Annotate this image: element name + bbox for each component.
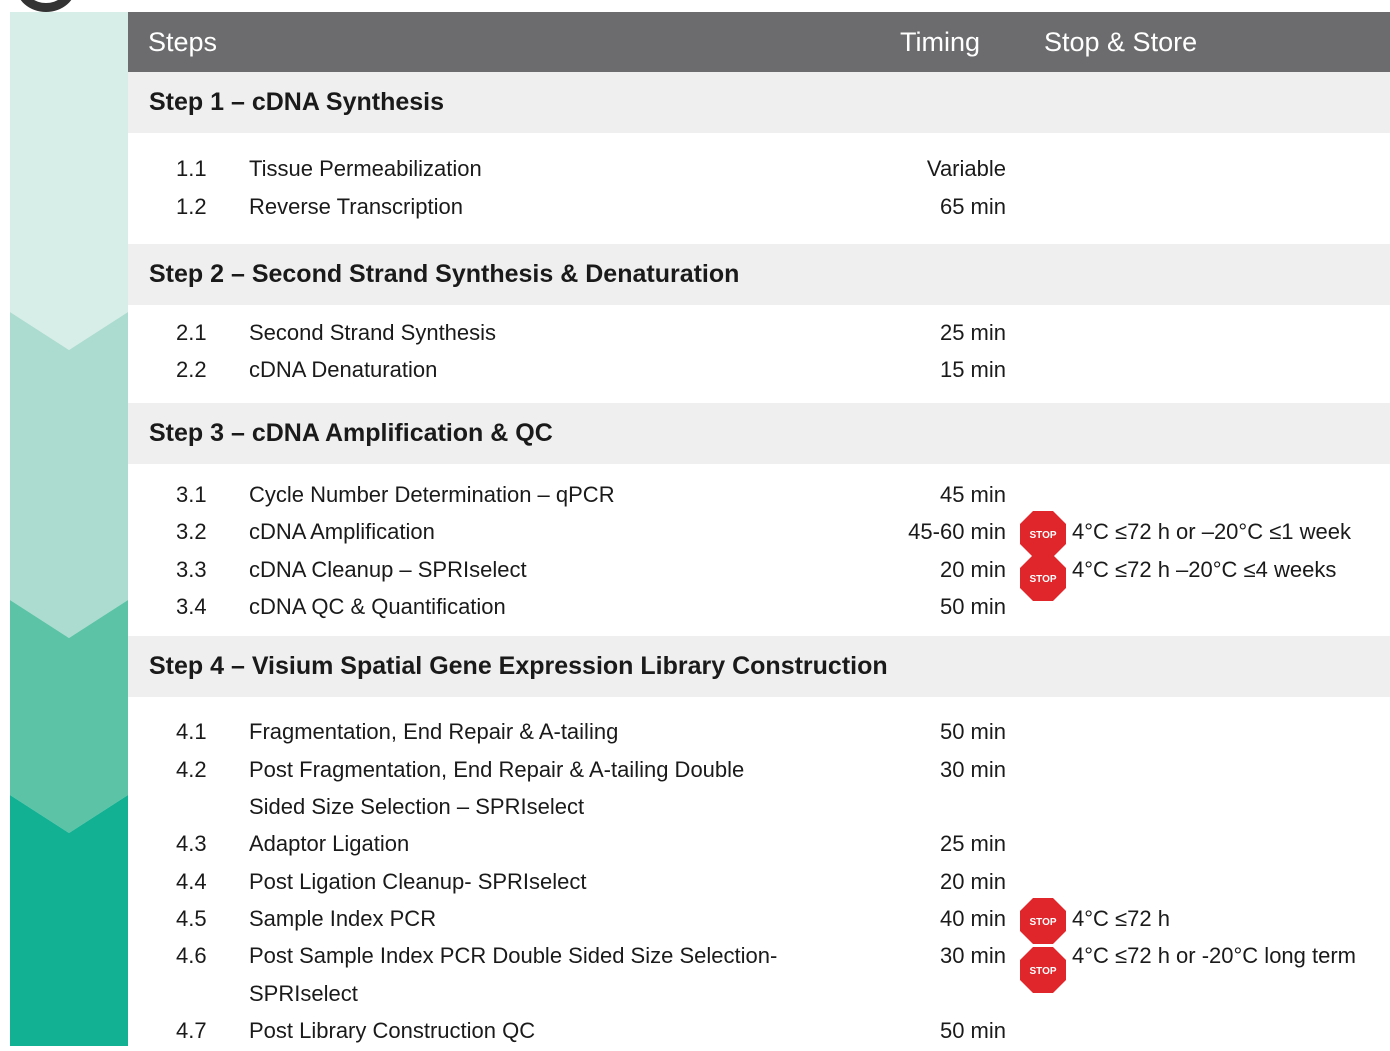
svg-text:STOP: STOP	[1029, 917, 1056, 928]
table-row: 3.3 cDNA Cleanup – SPRIselect 20 min STO…	[128, 553, 1390, 601]
step-number: 4.5	[176, 906, 207, 931]
step-timing: 50 min	[939, 594, 1006, 619]
chevron-step-2	[10, 312, 128, 638]
step-label: Post Library Construction QC	[249, 1018, 536, 1043]
table-header: Steps Timing Stop & Store	[128, 12, 1390, 72]
step-number: 3.2	[176, 519, 207, 544]
step-label-continued: SPRIselect	[249, 981, 358, 1006]
step-1-header: Step 1 – cDNA Synthesis	[128, 72, 1390, 133]
step-label: Reverse Transcription	[249, 194, 463, 219]
step-label: cDNA Cleanup – SPRIselect	[249, 557, 527, 582]
storage-condition: 4°C ≤72 h –20°C ≤4 weeks	[1072, 557, 1337, 582]
svg-text:STOP: STOP	[1029, 530, 1056, 541]
step-number: 4.4	[176, 869, 207, 894]
step-timing: 50 min	[939, 719, 1006, 744]
step-timing: 20 min	[939, 869, 1006, 894]
step-timing: 15 min	[939, 357, 1006, 382]
table-row: 3.1 Cycle Number Determination – qPCR 45…	[128, 478, 1390, 515]
step-timing: 45 min	[939, 482, 1006, 507]
steps-column-header: Steps	[148, 27, 218, 57]
step-label: Post Fragmentation, End Repair & A-taili…	[249, 757, 745, 782]
table-row: 4.3 Adaptor Ligation 25 min	[128, 827, 1390, 864]
step-label: Post Ligation Cleanup- SPRIselect	[249, 869, 587, 894]
step-number: 3.4	[176, 594, 207, 619]
svg-text:STOP: STOP	[1029, 966, 1056, 977]
step-number: 4.2	[176, 757, 207, 782]
stop-sign-icon: STOP	[1020, 511, 1066, 557]
step-title: Step 2 – Second Strand Synthesis & Denat…	[149, 260, 740, 288]
table-row: 2.2 cDNA Denaturation 15 min	[128, 353, 1390, 390]
step-label: cDNA Denaturation	[249, 357, 438, 382]
step-timing: 20 min	[939, 557, 1006, 582]
step-title: Step 4 – Visium Spatial Gene Expression …	[149, 652, 888, 680]
step-number: 3.1	[176, 482, 207, 507]
step-timing: 50 min	[939, 1018, 1006, 1043]
step-number: 1.1	[176, 156, 207, 181]
step-number: 1.2	[176, 194, 207, 219]
step-label: Fragmentation, End Repair & A-tailing	[249, 719, 619, 744]
table-row: 4.7 Post Library Construction QC 50 min	[128, 1014, 1390, 1051]
storage-condition: 4°C ≤72 h or –20°C ≤1 week	[1072, 519, 1351, 544]
step-label: Sample Index PCR	[249, 906, 437, 931]
step-4-header: Step 4 – Visium Spatial Gene Expression …	[128, 636, 1390, 697]
step-number: 2.2	[176, 357, 207, 382]
step-3-header: Step 3 – cDNA Amplification & QC	[128, 403, 1390, 464]
table-row-continuation: SPRIselect	[128, 977, 1390, 1014]
table-row: 3.2 cDNA Amplification 45-60 min STOP 4°…	[128, 511, 1390, 557]
table-row-continuation: Sided Size Selection – SPRIselect	[128, 790, 1390, 827]
step-timing: 40 min	[939, 906, 1006, 931]
step-2-header: Step 2 – Second Strand Synthesis & Denat…	[128, 244, 1390, 305]
step-label: Adaptor Ligation	[249, 831, 410, 856]
step-timing: 30 min	[939, 943, 1006, 968]
chevron-step-1	[10, 12, 128, 350]
step-label: Second Strand Synthesis	[249, 320, 497, 345]
step-title: Step 1 – cDNA Synthesis	[149, 88, 445, 116]
storage-condition: 4°C ≤72 h	[1072, 906, 1170, 931]
table-row: 2.1 Second Strand Synthesis 25 min	[128, 316, 1390, 353]
logo-fragment	[16, 0, 76, 12]
svg-text:STOP: STOP	[1029, 574, 1056, 585]
step-timing: 25 min	[939, 831, 1006, 856]
table-row: 4.1 Fragmentation, End Repair & A-tailin…	[128, 715, 1390, 752]
step-timing: 65 min	[939, 194, 1006, 219]
table-row: 4.4 Post Ligation Cleanup- SPRIselect 20…	[128, 865, 1390, 902]
step-chevron-band	[10, 12, 128, 1046]
step-timing: 25 min	[939, 320, 1006, 345]
step-number: 4.7	[176, 1018, 207, 1043]
table-row: 4.5 Sample Index PCR 40 min STOP 4°C ≤72…	[128, 898, 1390, 944]
step-number: 4.6	[176, 943, 207, 968]
stop-store-column-header: Stop & Store	[1044, 27, 1198, 57]
step-label: cDNA Amplification	[249, 519, 435, 544]
step-label: Cycle Number Determination – qPCR	[249, 482, 615, 507]
step-label-continued: Sided Size Selection – SPRIselect	[249, 794, 585, 819]
step-number: 4.3	[176, 831, 207, 856]
step-label: Post Sample Index PCR Double Sided Size …	[249, 943, 778, 968]
table-row: 4.6 Post Sample Index PCR Double Sided S…	[128, 939, 1390, 993]
step-timing: Variable	[926, 156, 1006, 181]
storage-condition: 4°C ≤72 h or -20°C long term	[1072, 943, 1357, 968]
table-row: 1.1 Tissue Permeabilization Variable	[128, 152, 1390, 189]
step-timing: 30 min	[939, 757, 1006, 782]
protocol-overview-table: Steps Timing Stop & Store Step 1 – cDNA …	[0, 0, 1390, 1046]
step-label: cDNA QC & Quantification	[249, 594, 506, 619]
step-number: 4.1	[176, 719, 207, 744]
step-label: Tissue Permeabilization	[249, 156, 482, 181]
table-row: 3.4 cDNA QC & Quantification 50 min	[128, 590, 1390, 627]
table-row: 1.2 Reverse Transcription 65 min	[128, 190, 1390, 227]
step-title: Step 3 – cDNA Amplification & QC	[149, 419, 553, 447]
step-number: 3.3	[176, 557, 207, 582]
table-row: 4.2 Post Fragmentation, End Repair & A-t…	[128, 753, 1390, 790]
step-number: 2.1	[176, 320, 207, 345]
timing-column-header: Timing	[900, 27, 981, 57]
step-timing: 45-60 min	[908, 519, 1006, 544]
